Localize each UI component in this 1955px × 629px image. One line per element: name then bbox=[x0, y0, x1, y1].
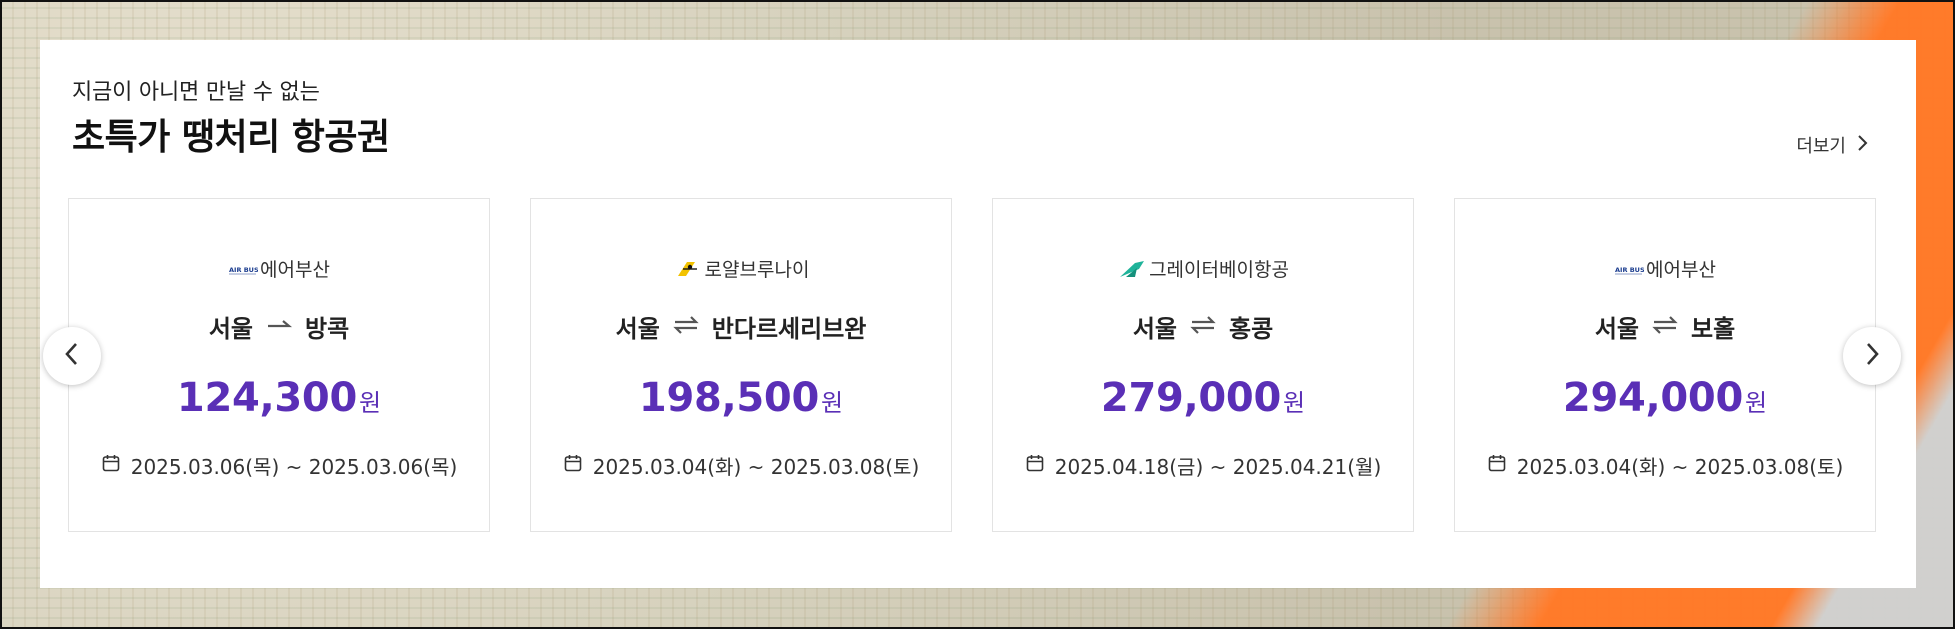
calendar-icon bbox=[563, 453, 583, 478]
currency: 원 bbox=[359, 389, 382, 417]
travel-dates: 2025.03.06(목) ~ 2025.03.06(목) bbox=[69, 451, 489, 480]
travel-dates: 2025.03.04(화) ~ 2025.03.08(토) bbox=[531, 451, 951, 480]
date-range: 2025.03.06(목) ~ 2025.03.06(목) bbox=[130, 455, 458, 479]
origin: 서울 bbox=[208, 315, 253, 343]
calendar-icon bbox=[1025, 453, 1045, 478]
round-trip-arrows-icon bbox=[1651, 313, 1679, 341]
price-value: 198,500 bbox=[638, 375, 819, 421]
deal-card-list: AIR BUSAN 에어부산 서울 방콕 124,300원 bbox=[68, 198, 1876, 532]
price: 294,000원 bbox=[1455, 375, 1875, 421]
deal-card[interactable]: AIR BUSAN 에어부산 서울 방콕 124,300원 bbox=[68, 198, 490, 532]
calendar-icon bbox=[1487, 453, 1507, 478]
price: 198,500원 bbox=[531, 375, 951, 421]
destination: 보홀 bbox=[1691, 315, 1736, 343]
deal-card[interactable]: AIR BUSAN 에어부산 서울 보홀 294,000원 bbox=[1454, 198, 1876, 532]
price-value: 124,300 bbox=[176, 375, 357, 421]
travel-dates: 2025.03.04(화) ~ 2025.03.08(토) bbox=[1455, 451, 1875, 480]
price-value: 294,000 bbox=[1562, 375, 1743, 421]
date-range: 2025.04.18(금) ~ 2025.04.21(월) bbox=[1054, 455, 1382, 479]
svg-text:AIR BUSAN: AIR BUSAN bbox=[1615, 266, 1644, 274]
date-range: 2025.03.04(화) ~ 2025.03.08(토) bbox=[1516, 455, 1844, 479]
destination: 홍콩 bbox=[1229, 315, 1274, 343]
price-value: 279,000 bbox=[1100, 375, 1281, 421]
route: 서울 방콕 bbox=[69, 309, 489, 344]
airline-row: 로얄브루나이 bbox=[531, 255, 951, 282]
origin: 서울 bbox=[1132, 315, 1177, 343]
carousel-prev-button[interactable] bbox=[43, 327, 101, 385]
deal-card[interactable]: 그레이터베이항공 서울 홍콩 279,000원 2025.04.18(금) ~ … bbox=[992, 198, 1414, 532]
chevron-right-icon bbox=[1863, 341, 1881, 371]
route: 서울 홍콩 bbox=[993, 309, 1413, 344]
more-link-label: 더보기 bbox=[1796, 136, 1846, 157]
airline-row: AIR BUSAN 에어부산 bbox=[1455, 255, 1875, 282]
more-link[interactable]: 더보기 bbox=[1796, 132, 1870, 158]
carousel-next-button[interactable] bbox=[1843, 327, 1901, 385]
chevron-right-icon bbox=[1856, 134, 1870, 157]
svg-text:AIR BUSAN: AIR BUSAN bbox=[229, 266, 258, 274]
airline-row: AIR BUSAN 에어부산 bbox=[69, 255, 489, 282]
airline-name: 로얄브루나이 bbox=[704, 259, 810, 281]
date-range: 2025.03.04(화) ~ 2025.03.08(토) bbox=[592, 455, 920, 479]
origin: 서울 bbox=[1594, 315, 1639, 343]
section-subtitle: 지금이 아니면 만날 수 없는 bbox=[72, 80, 320, 105]
price: 124,300원 bbox=[69, 375, 489, 421]
price: 279,000원 bbox=[993, 375, 1413, 421]
currency: 원 bbox=[1283, 389, 1306, 417]
round-trip-arrows-icon bbox=[672, 313, 700, 341]
airline-name: 에어부산 bbox=[1646, 259, 1716, 281]
one-way-arrow-icon bbox=[265, 313, 293, 341]
deal-card[interactable]: 로얄브루나이 서울 반다르세리브완 198,500원 2025.03.04(화)… bbox=[530, 198, 952, 532]
airline-row: 그레이터베이항공 bbox=[993, 255, 1413, 282]
greater-bay-airlines-logo-icon bbox=[1117, 259, 1147, 279]
calendar-icon bbox=[101, 453, 121, 478]
deals-panel: 지금이 아니면 만날 수 없는 초특가 땡처리 항공권 더보기 AIR BUSA… bbox=[40, 40, 1916, 588]
origin: 서울 bbox=[615, 315, 660, 343]
route: 서울 반다르세리브완 bbox=[531, 309, 951, 344]
chevron-left-icon bbox=[63, 341, 81, 371]
currency: 원 bbox=[821, 389, 844, 417]
airline-name: 그레이터베이항공 bbox=[1149, 259, 1289, 281]
travel-dates: 2025.04.18(금) ~ 2025.04.21(월) bbox=[993, 451, 1413, 480]
destination: 방콕 bbox=[305, 315, 350, 343]
section-title: 초특가 땡처리 항공권 bbox=[72, 117, 390, 158]
currency: 원 bbox=[1745, 389, 1768, 417]
route: 서울 보홀 bbox=[1455, 309, 1875, 344]
air-busan-logo-icon: AIR BUSAN bbox=[228, 259, 269, 279]
air-busan-logo-icon: AIR BUSAN bbox=[1614, 259, 1655, 279]
airline-name: 에어부산 bbox=[260, 259, 330, 281]
destination: 반다르세리브완 bbox=[711, 315, 867, 343]
round-trip-arrows-icon bbox=[1189, 313, 1217, 341]
royal-brunei-logo-icon bbox=[673, 259, 703, 279]
